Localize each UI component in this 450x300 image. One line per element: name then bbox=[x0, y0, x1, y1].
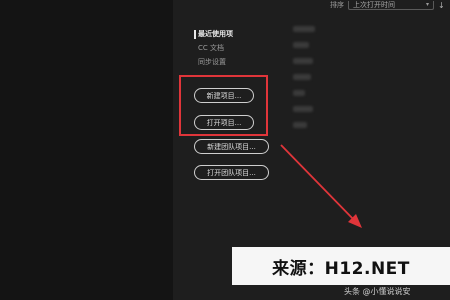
list-item[interactable] bbox=[293, 122, 307, 128]
app-window: 排序 上次打开时间 ▾ ↓ 最近使用项 CC 文档 同步设置 新建项目... 打… bbox=[0, 0, 450, 300]
source-watermark: 来源：H12.NET bbox=[232, 247, 450, 285]
new-team-project-button[interactable]: 新建团队项目... bbox=[194, 139, 269, 154]
attribution-label: 头条 @小懂说说安 bbox=[344, 287, 411, 296]
nav-item-recent[interactable]: 最近使用项 bbox=[198, 27, 233, 41]
sort-dropdown[interactable]: 上次打开时间 ▾ bbox=[348, 0, 434, 10]
nav-item-cc-docs[interactable]: CC 文档 bbox=[198, 41, 233, 55]
list-item[interactable] bbox=[293, 26, 315, 32]
list-item[interactable] bbox=[293, 90, 305, 96]
start-nav: 最近使用项 CC 文档 同步设置 bbox=[198, 27, 233, 69]
open-team-project-button[interactable]: 打开团队项目... bbox=[194, 165, 269, 180]
new-project-button[interactable]: 新建项目... bbox=[194, 88, 254, 103]
chevron-down-icon: ▾ bbox=[425, 1, 429, 8]
list-item[interactable] bbox=[293, 42, 309, 48]
list-item[interactable] bbox=[293, 58, 313, 64]
list-item[interactable] bbox=[293, 106, 313, 112]
sort-value: 上次打开时间 bbox=[353, 0, 395, 9]
left-pane bbox=[0, 0, 173, 300]
sort-label: 排序 bbox=[330, 1, 344, 9]
open-project-button[interactable]: 打开项目... bbox=[194, 115, 254, 130]
sort-bar: 排序 上次打开时间 ▾ ↓ bbox=[330, 0, 445, 10]
recent-files-list bbox=[293, 26, 315, 138]
list-item[interactable] bbox=[293, 74, 311, 80]
arrow-down-icon[interactable]: ↓ bbox=[438, 1, 445, 10]
nav-item-sync-settings[interactable]: 同步设置 bbox=[198, 55, 233, 69]
